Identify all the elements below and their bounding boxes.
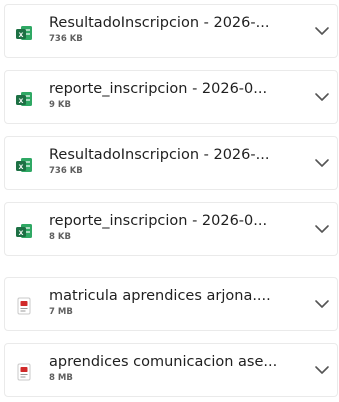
excel-file-icon: x [16,224,32,238]
file-name: ResultadoInscripcion - 2026-... [49,147,270,163]
svg-text:x: x [19,227,24,237]
chevron-down-icon[interactable] [312,363,332,377]
file-size: 736 KB [49,166,83,176]
svg-text:x: x [19,95,24,105]
file-size: 736 KB [49,34,83,44]
file-name: ResultadoInscripcion - 2026-... [49,15,270,31]
pdf-file-icon [17,363,31,381]
file-size: 8 KB [49,232,71,242]
download-item[interactable]: x reporte_inscripcion - 2026-0... 9 KB [4,70,338,124]
file-size: 9 KB [49,100,71,110]
download-item[interactable]: aprendices comunicacion ase... 8 MB [4,343,338,397]
download-item[interactable]: x ResultadoInscripcion - 2026-... 736 KB [4,136,338,190]
downloads-list: x ResultadoInscripcion - 2026-... 736 KB… [0,0,339,402]
chevron-down-icon[interactable] [312,24,332,38]
file-name: reporte_inscripcion - 2026-0... [49,213,268,229]
chevron-down-icon[interactable] [312,156,332,170]
file-size: 8 MB [49,373,73,383]
file-size: 7 MB [49,307,73,317]
svg-text:x: x [19,161,24,171]
excel-file-icon: x [16,92,32,106]
chevron-down-icon[interactable] [312,222,332,236]
download-item[interactable]: x reporte_inscripcion - 2026-0... 8 KB [4,202,338,256]
excel-file-icon: x [16,26,32,40]
file-name: matricula aprendices arjona.... [49,288,271,304]
chevron-down-icon[interactable] [312,90,332,104]
download-item[interactable]: matricula aprendices arjona.... 7 MB [4,277,338,331]
excel-file-icon: x [16,158,32,172]
file-name: reporte_inscripcion - 2026-0... [49,81,268,97]
svg-text:x: x [19,29,24,39]
chevron-down-icon[interactable] [312,297,332,311]
file-name: aprendices comunicacion ase... [49,354,278,370]
pdf-file-icon [17,297,31,315]
download-item[interactable]: x ResultadoInscripcion - 2026-... 736 KB [4,4,338,58]
